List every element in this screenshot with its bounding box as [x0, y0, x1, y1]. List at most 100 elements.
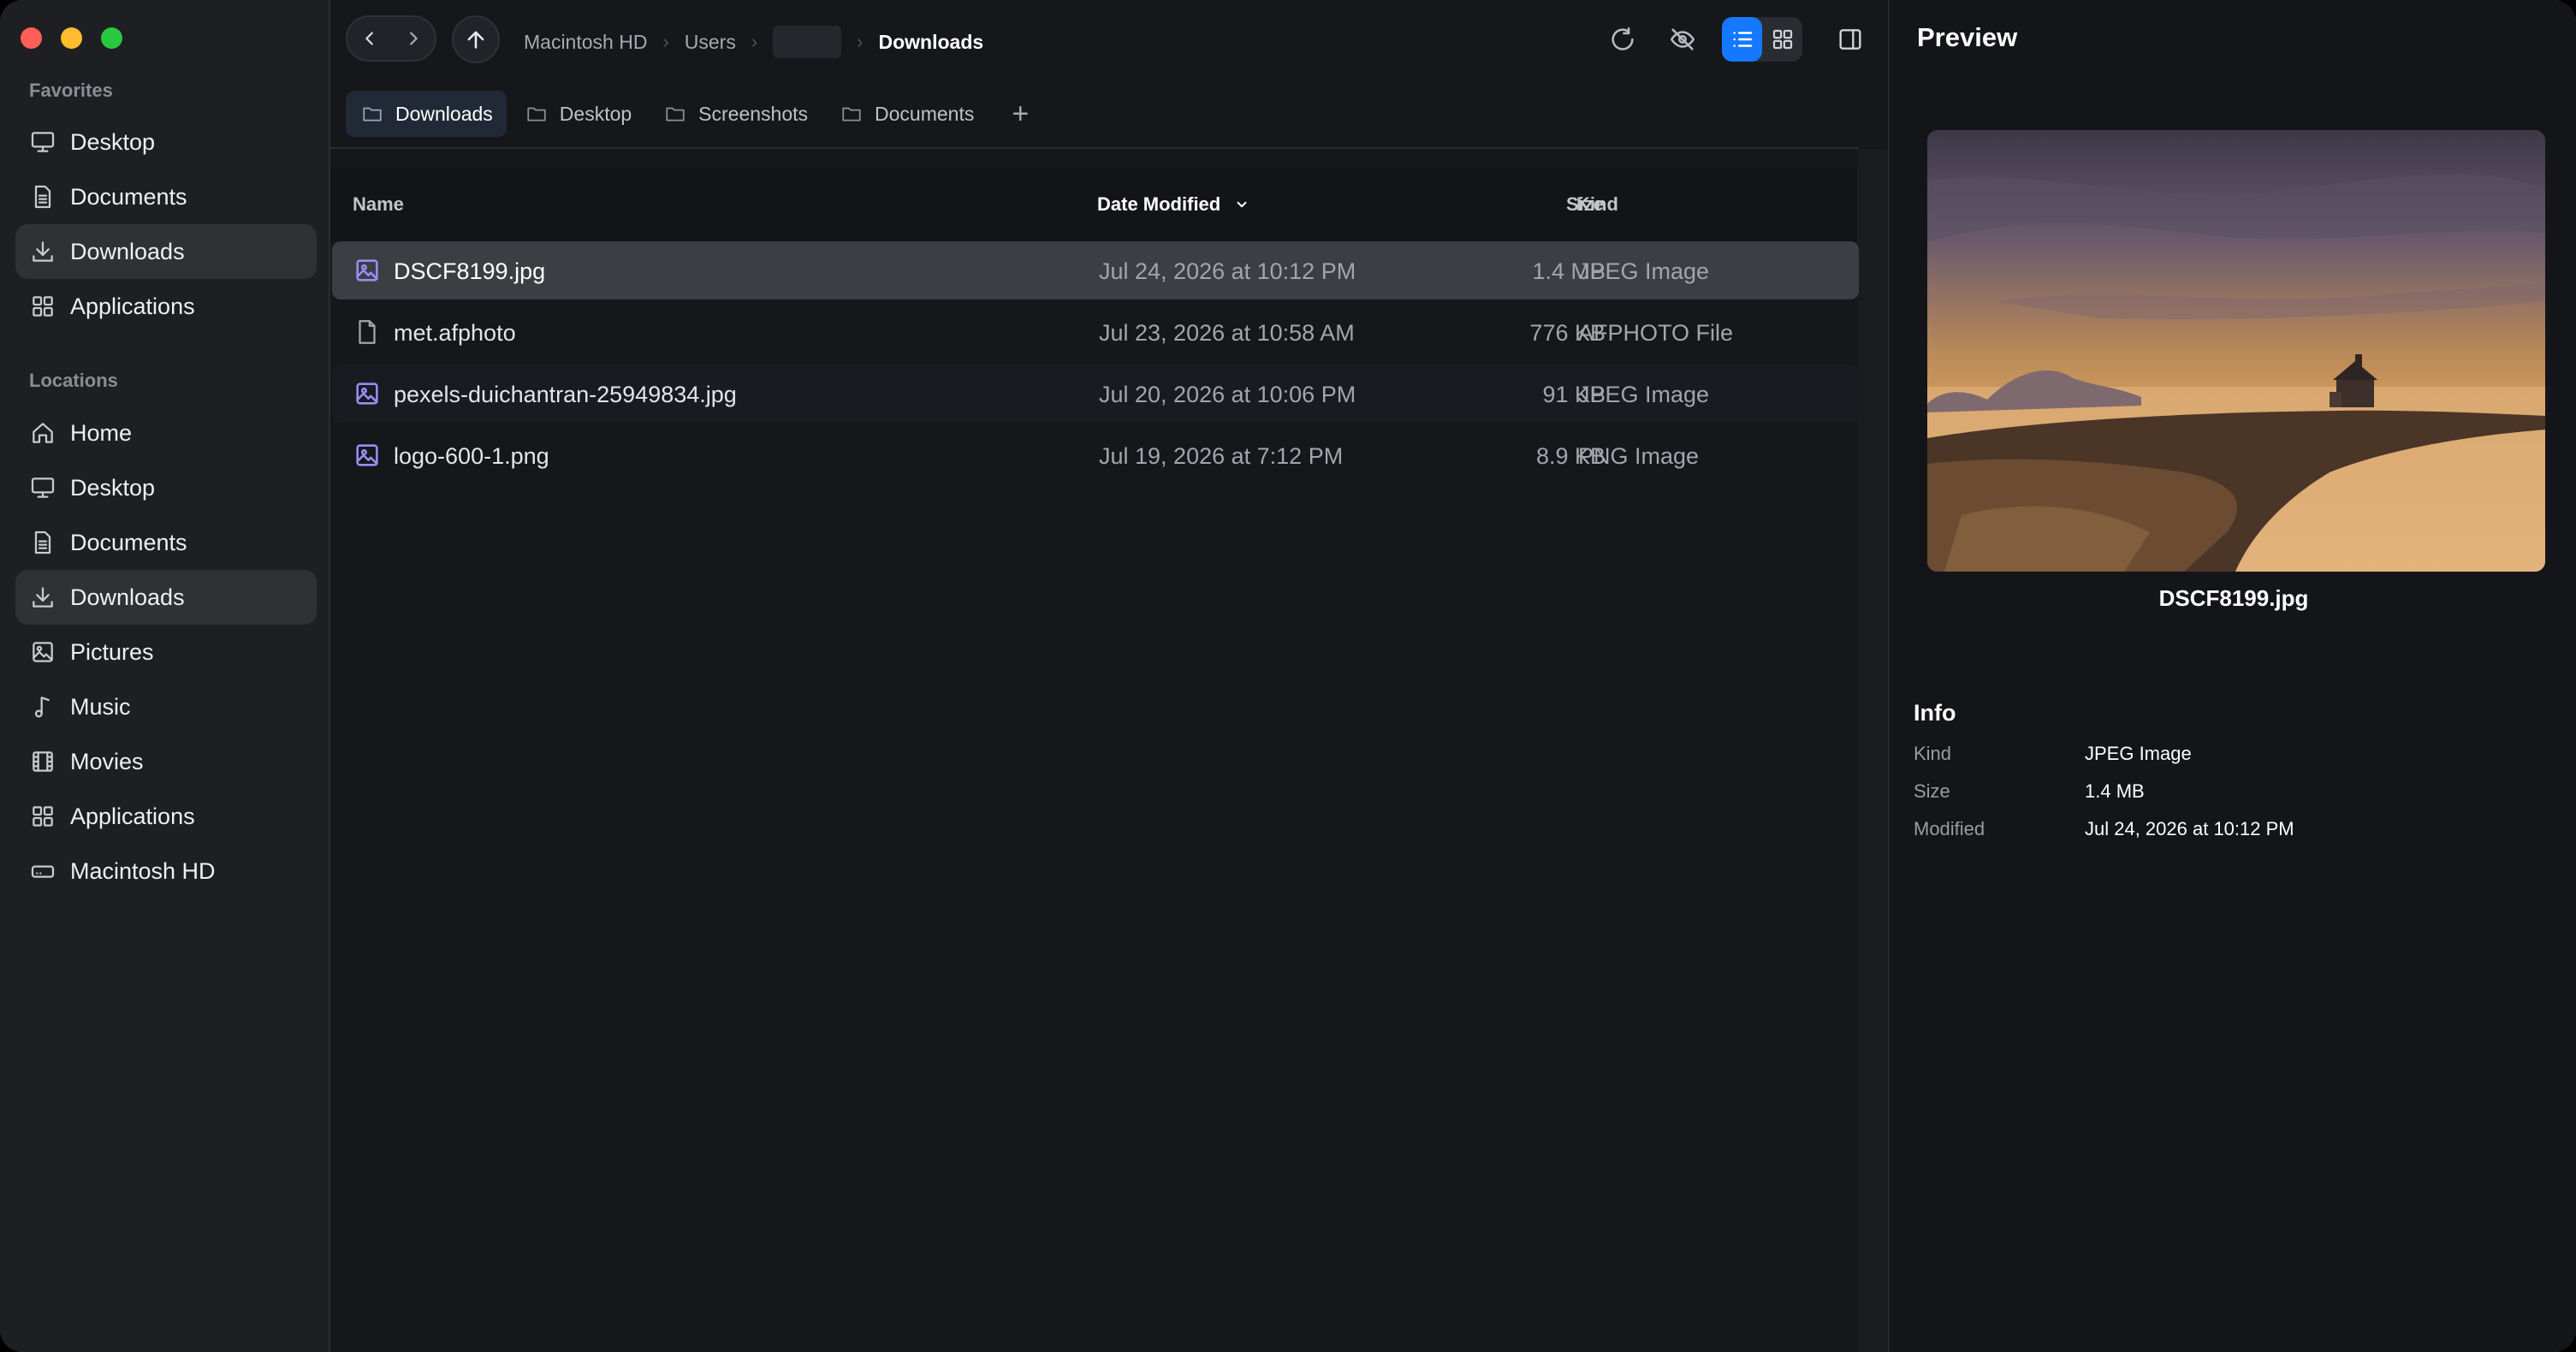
info-key-size: Size [1914, 780, 1950, 802]
refresh-icon [1611, 27, 1634, 50]
new-tab-button[interactable]: + [1003, 91, 1037, 137]
list-icon [1732, 32, 1752, 47]
file-row[interactable]: DSCF8199.jpg Jul 24, 2026 at 10:12 PM 1.… [332, 241, 1859, 299]
preview-title: Preview [1917, 22, 2018, 52]
sidebar-item-documents[interactable]: Documents [15, 515, 317, 570]
tab-documents[interactable]: Documents [825, 91, 988, 137]
column-date-header[interactable]: Date Modified [1097, 193, 1249, 216]
sidebar-item-favorites-desktop[interactable]: Desktop [15, 115, 317, 169]
tab-label: Documents [875, 102, 975, 125]
tab-bar: Downloads Desktop Screenshots Documents … [346, 91, 1037, 137]
minimize-window-button[interactable] [61, 27, 82, 49]
breadcrumb: Macintosh HD › Users › › Downloads [524, 26, 983, 58]
list-view-button[interactable] [1722, 17, 1762, 62]
sidebar-item-applications[interactable]: Applications [15, 789, 317, 844]
tab-label: Desktop [559, 102, 632, 125]
sidebar-item-favorites-downloads[interactable]: Downloads [15, 224, 317, 279]
tab-downloads[interactable]: Downloads [346, 91, 507, 137]
breadcrumb-item-redacted[interactable] [773, 26, 842, 58]
sidebar-item-downloads[interactable]: Downloads [15, 570, 317, 625]
document-icon [34, 531, 51, 554]
breadcrumb-current[interactable]: Downloads [878, 31, 983, 54]
drive-icon [31, 865, 55, 878]
sidebar-right-icon [1839, 29, 1861, 50]
file-date: Jul 23, 2026 at 10:58 AM [1099, 320, 1355, 346]
sidebar-item-label: Movies [70, 748, 144, 774]
image-file-icon [356, 444, 378, 466]
sidebar-item-label: Pictures [70, 638, 154, 665]
parent-folder-button[interactable] [452, 15, 500, 63]
column-date-label: Date Modified [1097, 193, 1221, 215]
file-name: logo-600-1.png [394, 443, 549, 469]
sidebar-item-label: Music [70, 693, 131, 720]
close-window-button[interactable] [21, 27, 42, 49]
info-key-kind: Kind [1914, 743, 1952, 764]
info-value-size: 1.4 MB [2085, 780, 2145, 802]
toggle-hidden-files-button[interactable] [1662, 19, 1703, 60]
breadcrumb-item[interactable]: Users [685, 31, 736, 54]
picture-icon [33, 642, 53, 662]
file-kind: AFPHOTO File [1578, 320, 1734, 346]
folder-icon [363, 107, 382, 122]
sidebar-item-pictures[interactable]: Pictures [15, 625, 317, 679]
sidebar-item-home[interactable]: Home [15, 406, 317, 460]
file-date: Jul 24, 2026 at 10:12 PM [1099, 258, 1356, 284]
toggle-preview-pane-button[interactable] [1830, 19, 1871, 60]
image-file-icon [356, 259, 378, 282]
eye-off-icon [1670, 28, 1695, 50]
file-row[interactable]: met.afphoto Jul 23, 2026 at 10:58 AM 776… [332, 303, 1859, 361]
finder-window: Favorites Desktop Documents Downloads Ap… [0, 0, 2576, 1352]
document-icon [34, 185, 51, 209]
toolbar: Macintosh HD › Users › › Downloads [330, 0, 1888, 79]
forward-button[interactable] [396, 21, 430, 56]
desktop-icon [31, 132, 55, 152]
column-header: Name Date Modified Size Kind [330, 168, 1857, 241]
tab-label: Screenshots [698, 102, 809, 125]
sidebar-item-desktop[interactable]: Desktop [15, 460, 317, 515]
preview-pane: Preview DSCF8199.jpg Info Kind JPEG Imag… [1888, 0, 2576, 1352]
chevron-down-icon [1237, 201, 1247, 208]
toolbar-divider [330, 147, 1859, 149]
breadcrumb-item[interactable]: Macintosh HD [524, 31, 647, 54]
film-icon [33, 751, 53, 772]
column-kind-header[interactable]: Kind [1576, 193, 1618, 216]
sidebar-item-label: Downloads [70, 238, 185, 264]
sidebar-item-label: Documents [70, 529, 187, 555]
folder-icon [527, 107, 546, 122]
column-name-header[interactable]: Name [353, 193, 404, 216]
arrow-up-icon [467, 31, 484, 49]
info-value-kind: JPEG Image [2085, 743, 2192, 764]
favorites-heading: Favorites [29, 80, 113, 101]
chevron-left-icon [365, 32, 373, 45]
file-row[interactable]: pexels-duichantran-25949834.jpg Jul 20, … [332, 365, 1859, 423]
maximize-window-button[interactable] [101, 27, 122, 49]
sidebar-item-music[interactable]: Music [15, 679, 317, 734]
info-heading: Info [1914, 700, 1956, 726]
vertical-scrollbar[interactable] [1857, 149, 1888, 1352]
sidebar-item-favorites-applications[interactable]: Applications [15, 279, 317, 334]
chevron-right-icon [409, 32, 418, 45]
folder-icon [666, 107, 685, 122]
history-nav [346, 15, 436, 62]
breadcrumb-separator-icon: › [857, 31, 864, 52]
grid-view-button[interactable] [1762, 17, 1802, 62]
tab-desktop[interactable]: Desktop [510, 91, 645, 137]
file-kind: JPEG Image [1578, 258, 1710, 284]
sidebar-item-macintosh-hd[interactable]: Macintosh HD [15, 844, 317, 898]
tab-screenshots[interactable]: Screenshots [649, 91, 822, 137]
breadcrumb-separator-icon: › [662, 31, 669, 52]
home-icon [33, 423, 53, 443]
sidebar-item-favorites-documents[interactable]: Documents [15, 169, 317, 224]
sidebar-item-label: Applications [70, 293, 195, 319]
file-row[interactable]: logo-600-1.png Jul 19, 2026 at 7:12 PM 8… [332, 426, 1859, 484]
download-icon [33, 241, 53, 262]
sidebar-item-movies[interactable]: Movies [15, 734, 317, 789]
apps-grid-icon [33, 296, 53, 317]
sidebar-item-label: Applications [70, 803, 195, 829]
tab-label: Downloads [395, 102, 493, 125]
back-button[interactable] [353, 21, 387, 56]
refresh-button[interactable] [1602, 19, 1643, 60]
sidebar-item-label: Documents [70, 183, 187, 210]
file-name: pexels-duichantran-25949834.jpg [394, 382, 737, 407]
landscape-painting-image [1927, 130, 2545, 572]
